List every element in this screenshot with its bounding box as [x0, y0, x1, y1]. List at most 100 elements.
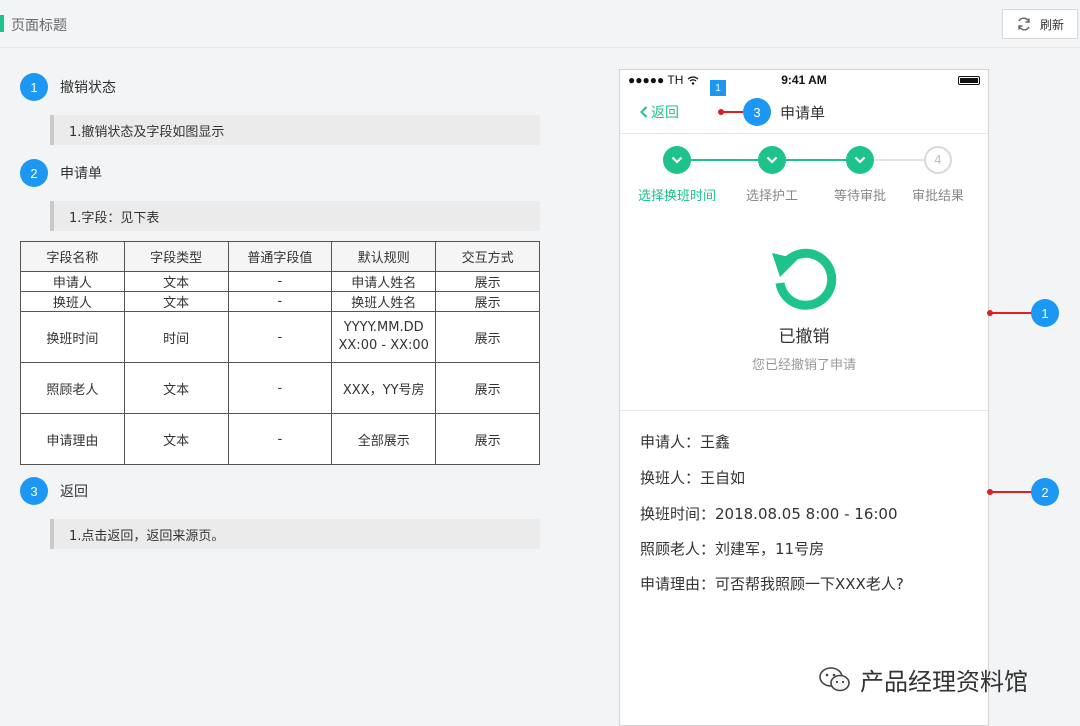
table-cell: - [227, 311, 333, 363]
column-header: 默认规则 [331, 241, 437, 272]
rule-line: XX:00 - XX:00 [338, 338, 429, 353]
table-cell: 展示 [435, 413, 540, 465]
nav-title: 申请单 [780, 104, 826, 122]
watermark-text: 产品经理资料馆 [860, 668, 1028, 696]
step-3: 等待审批 [820, 146, 900, 204]
step-4: 4 审批结果 [898, 146, 978, 204]
wechat-icon [819, 666, 850, 691]
section-1-heading: 1 撤销状态 [20, 73, 116, 101]
section-1-note: 1.撤销状态及字段如图显示 [50, 115, 540, 145]
section-number-badge: 3 [20, 477, 48, 505]
step-label: 选择换班时间 [637, 189, 716, 204]
back-button[interactable]: 返回 [640, 102, 679, 122]
section-title: 返回 [60, 484, 88, 500]
battery-icon [958, 76, 980, 85]
table-cell: 文本 [123, 413, 229, 465]
step-done-marker [663, 146, 691, 174]
table-cell: XXX，YY号房 [331, 362, 437, 414]
table-cell: 申请理由 [20, 413, 125, 465]
watermark: 产品经理资料馆 [818, 662, 1028, 697]
column-header: 字段名称 [20, 241, 125, 272]
phone-mockup: ●●●●● TH 9:41 AM 返回 申请单 选择换班时间 选择护工 等待审批… [619, 69, 989, 726]
step-2: 选择护工 [732, 146, 812, 204]
annotation-line [990, 491, 1032, 493]
chevron-down-icon [854, 156, 866, 164]
annotation-badge-3: 3 [743, 98, 771, 126]
table-cell: 展示 [435, 362, 540, 414]
field-swap-person: 换班人：王自如 [640, 469, 746, 487]
table-cell: - [227, 413, 333, 465]
step-1: 选择换班时间 [637, 146, 717, 204]
table-row: 申请理由 文本 - 全部展示 展示 [20, 413, 540, 465]
section-number-badge: 2 [20, 159, 48, 187]
field-swap-time: 换班时间：2018.08.05 8:00 - 16:00 [640, 505, 898, 523]
clock: 9:41 AM [781, 73, 827, 87]
title-accent-bar [0, 15, 4, 32]
chevron-down-icon [671, 156, 683, 164]
field-applicant: 申请人：王鑫 [640, 433, 731, 451]
section-title: 撤销状态 [60, 80, 116, 96]
table-cell: - [227, 271, 333, 292]
step-number: 4 [924, 146, 952, 174]
step-label: 审批结果 [911, 189, 964, 204]
table-row: 申请人 文本 - 申请人姓名 展示 [20, 271, 540, 292]
status-subtitle: 您已经撤销了申请 [751, 358, 856, 373]
field-elder: 照顾老人：刘建军，11号房 [640, 540, 825, 558]
step-done-marker [758, 146, 786, 174]
revoke-icon [772, 248, 837, 310]
annotation-line [990, 312, 1032, 314]
chevron-down-icon [766, 156, 778, 164]
rule-line: YYYY.MM.DD [343, 320, 424, 335]
table-cell: 展示 [435, 291, 540, 312]
section-title: 申请单 [60, 166, 102, 182]
page-title: 页面标题 [11, 18, 67, 34]
table-cell: 文本 [123, 291, 229, 312]
step-label: 等待审批 [833, 189, 886, 204]
section-2-heading: 2 申请单 [20, 159, 102, 187]
progress-steps: 选择换班时间 选择护工 等待审批 4 审批结果 [620, 146, 988, 206]
table-cell: 申请人姓名 [331, 271, 437, 292]
column-header: 交互方式 [435, 241, 540, 272]
field-reason: 申请理由：可否帮我照顾一下XXX老人? [640, 575, 904, 593]
table-header-row: 字段名称 字段类型 普通字段值 默认规则 交互方式 [20, 241, 540, 272]
status-title: 已撤销 [778, 327, 830, 347]
step-label: 选择护工 [745, 189, 798, 204]
section-number-badge: 1 [20, 73, 48, 101]
section-3-note: 1.点击返回，返回来源页。 [50, 519, 540, 549]
annotation-marker: 1 [710, 80, 726, 96]
column-header: 普通字段值 [227, 241, 333, 272]
table-cell: 时间 [123, 311, 229, 363]
chevron-left-icon [640, 106, 648, 118]
table-cell: 全部展示 [331, 413, 437, 465]
step-done-marker [846, 146, 874, 174]
section-2-note: 1.字段：见下表 [50, 201, 540, 231]
back-label: 返回 [651, 105, 679, 121]
refresh-icon [1018, 17, 1030, 31]
table-cell: 申请人 [20, 271, 125, 292]
status-bar: ●●●●● TH 9:41 AM [620, 70, 988, 90]
table-cell: 展示 [435, 311, 540, 363]
table-cell: - [227, 362, 333, 414]
table-cell: 展示 [435, 271, 540, 292]
refresh-label: 刷新 [1039, 17, 1064, 32]
table-row: 照顾老人 文本 - XXX，YY号房 展示 [20, 362, 540, 414]
table-row: 换班人 文本 - 换班人姓名 展示 [20, 291, 540, 312]
top-bar: 页面标题 刷新 [0, 0, 1080, 48]
table-row: 换班时间 时间 - YYYY.MM.DD XX:00 - XX:00 展示 [20, 311, 540, 363]
divider [620, 410, 988, 411]
table-cell: 换班人 [20, 291, 125, 312]
nav-bar: 返回 申请单 [620, 90, 988, 134]
table-cell: 换班时间 [20, 311, 125, 363]
annotation-badge-1: 1 [1031, 299, 1059, 327]
annotation-line [721, 111, 743, 113]
field-spec-table: 字段名称 字段类型 普通字段值 默认规则 交互方式 申请人 文本 - 申请人姓名… [20, 241, 540, 465]
column-header: 字段类型 [123, 241, 229, 272]
table-cell: 文本 [123, 271, 229, 292]
table-cell: 换班人姓名 [331, 291, 437, 312]
table-cell: YYYY.MM.DD XX:00 - XX:00 [331, 311, 437, 363]
table-cell: 照顾老人 [20, 362, 125, 414]
table-cell: - [227, 291, 333, 312]
table-cell: 文本 [123, 362, 229, 414]
refresh-button[interactable]: 刷新 [1002, 9, 1078, 39]
annotation-badge-2: 2 [1031, 478, 1059, 506]
